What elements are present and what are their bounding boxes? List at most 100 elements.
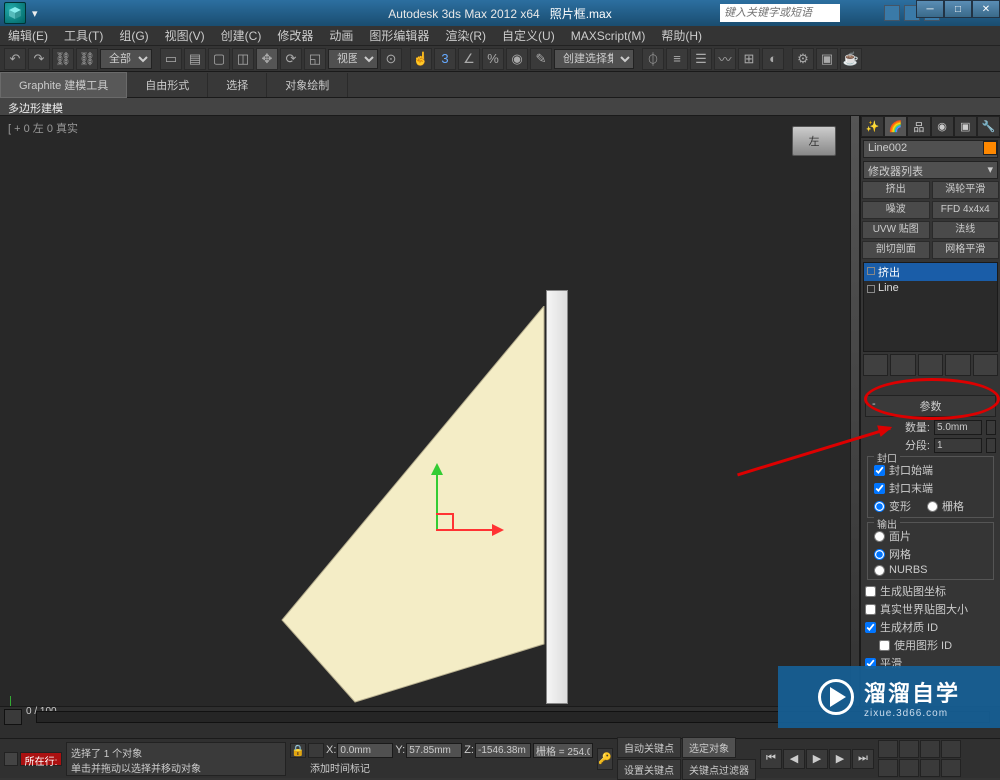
- key-icon[interactable]: 🔑: [597, 748, 613, 770]
- show-end-button[interactable]: [890, 354, 915, 376]
- y-field[interactable]: [406, 743, 462, 758]
- ribbon-freeform[interactable]: 自由形式: [127, 73, 208, 97]
- layer-button[interactable]: ☰: [690, 48, 712, 70]
- amount-spinner[interactable]: [934, 420, 982, 435]
- move-button[interactable]: ✥: [256, 48, 278, 70]
- render-setup-button[interactable]: ⚙: [792, 48, 814, 70]
- menu-maxscript[interactable]: MAXScript(M): [571, 29, 646, 43]
- unlink-button[interactable]: ⛓: [76, 48, 98, 70]
- material-button[interactable]: ◐: [762, 48, 784, 70]
- selection-filter[interactable]: 全部: [100, 49, 152, 69]
- goto-start-button[interactable]: ⏮: [760, 749, 782, 769]
- orbit-button[interactable]: [920, 759, 940, 777]
- goto-end-button[interactable]: ⏭: [852, 749, 874, 769]
- select-region-button[interactable]: ▢: [208, 48, 230, 70]
- window-crossing-button[interactable]: ◫: [232, 48, 254, 70]
- close-button[interactable]: ✕: [972, 0, 1000, 18]
- lock-selection-icon[interactable]: 🔒: [290, 743, 306, 758]
- viewcube[interactable]: 左: [792, 126, 836, 156]
- mod-ffd[interactable]: FFD 4x4x4: [932, 201, 1000, 219]
- spinner-snap-button[interactable]: ◉: [506, 48, 528, 70]
- menu-custom[interactable]: 自定义(U): [502, 27, 555, 44]
- hierarchy-tab[interactable]: 品: [907, 116, 930, 137]
- autokey-button[interactable]: 自动关键点: [617, 737, 681, 758]
- subribbon-label[interactable]: 多边形建模: [0, 98, 1000, 116]
- render-frame-button[interactable]: ▣: [816, 48, 838, 70]
- menu-animation[interactable]: 动画: [329, 27, 353, 44]
- mod-meshsmooth[interactable]: 网格平滑: [932, 241, 1000, 259]
- zoom-all-button[interactable]: [899, 740, 919, 758]
- search-input[interactable]: [720, 4, 840, 22]
- maximize-viewport-button[interactable]: [941, 759, 961, 777]
- maximize-button[interactable]: □: [944, 0, 972, 18]
- configure-button[interactable]: [973, 354, 998, 376]
- mod-noise[interactable]: 噪波: [862, 201, 930, 219]
- percent-snap-button[interactable]: %: [482, 48, 504, 70]
- menu-graph[interactable]: 图形编辑器: [369, 27, 429, 44]
- params-rollout[interactable]: 参数: [865, 395, 996, 417]
- cap-end-check[interactable]: [874, 483, 885, 494]
- pivot-button[interactable]: ⊙: [380, 48, 402, 70]
- gencoords-check[interactable]: [865, 586, 876, 597]
- mod-normal[interactable]: 法线: [932, 221, 1000, 239]
- rotate-button[interactable]: ⟳: [280, 48, 302, 70]
- z-field[interactable]: [475, 743, 531, 758]
- grid-radio[interactable]: [927, 501, 938, 512]
- pin-stack-button[interactable]: [863, 354, 888, 376]
- stack-extrude[interactable]: 挤出: [864, 263, 997, 281]
- mod-uvw[interactable]: UVW 贴图: [862, 221, 930, 239]
- menu-modifier[interactable]: 修改器: [277, 27, 313, 44]
- modifier-list-dropdown[interactable]: 修改器列表 ▾: [863, 161, 998, 179]
- comm-center-icon[interactable]: [884, 5, 900, 21]
- fov-button[interactable]: [878, 759, 898, 777]
- align-button[interactable]: ≡: [666, 48, 688, 70]
- mod-slice[interactable]: 剖切剖面: [862, 241, 930, 259]
- schematic-button[interactable]: ⊞: [738, 48, 760, 70]
- curve-editor-button[interactable]: 〰: [714, 48, 736, 70]
- realworld-check[interactable]: [865, 604, 876, 615]
- modifier-stack[interactable]: 挤出 Line: [863, 262, 998, 352]
- menu-help[interactable]: 帮助(H): [661, 27, 702, 44]
- mirror-button[interactable]: ⏀: [642, 48, 664, 70]
- unique-button[interactable]: [918, 354, 943, 376]
- object-color[interactable]: [983, 141, 997, 155]
- genmatid-check[interactable]: [865, 622, 876, 633]
- viewport-label[interactable]: [ + 0 左 0 真实: [8, 120, 78, 136]
- extrude-polygon[interactable]: [280, 306, 570, 706]
- zoom-extents-button[interactable]: [920, 740, 940, 758]
- redo-button[interactable]: ↷: [28, 48, 50, 70]
- named-selection[interactable]: 创建选择集: [554, 49, 634, 69]
- menu-view[interactable]: 视图(V): [165, 27, 205, 44]
- menu-tools[interactable]: 工具(T): [64, 27, 103, 44]
- patch-radio[interactable]: [874, 531, 885, 542]
- edit-named-sel-button[interactable]: ✎: [530, 48, 552, 70]
- pan-button[interactable]: [899, 759, 919, 777]
- menu-create[interactable]: 创建(C): [221, 27, 262, 44]
- next-frame-button[interactable]: ▶: [829, 749, 851, 769]
- time-tag-button[interactable]: 添加时间标记: [310, 764, 370, 775]
- segments-spinner-buttons[interactable]: [986, 438, 996, 453]
- isolate-icon[interactable]: [308, 743, 324, 758]
- menu-render[interactable]: 渲染(R): [445, 27, 486, 44]
- minimize-button[interactable]: ─: [916, 0, 944, 18]
- zoom-extents-all-button[interactable]: [941, 740, 961, 758]
- mod-turbosmooth[interactable]: 涡轮平滑: [932, 181, 1000, 199]
- mod-extrude[interactable]: 挤出: [862, 181, 930, 199]
- x-field[interactable]: [337, 743, 393, 758]
- scale-button[interactable]: ◱: [304, 48, 326, 70]
- prev-frame-button[interactable]: ◀: [783, 749, 805, 769]
- ribbon-paint[interactable]: 对象绘制: [267, 73, 348, 97]
- ref-coord[interactable]: 视图: [328, 49, 378, 69]
- modify-tab[interactable]: 🌈: [884, 116, 907, 137]
- menu-group[interactable]: 组(G): [119, 27, 148, 44]
- nurbs-radio[interactable]: [874, 565, 885, 576]
- morph-radio[interactable]: [874, 501, 885, 512]
- amount-spinner-buttons[interactable]: [986, 420, 996, 435]
- time-slider-handle[interactable]: [4, 709, 22, 725]
- extrude-rect[interactable]: [546, 290, 568, 704]
- render-button[interactable]: ☕: [840, 48, 862, 70]
- undo-button[interactable]: ↶: [4, 48, 26, 70]
- useshape-check[interactable]: [879, 640, 890, 651]
- link-button[interactable]: ⛓: [52, 48, 74, 70]
- stack-line[interactable]: Line: [864, 281, 997, 295]
